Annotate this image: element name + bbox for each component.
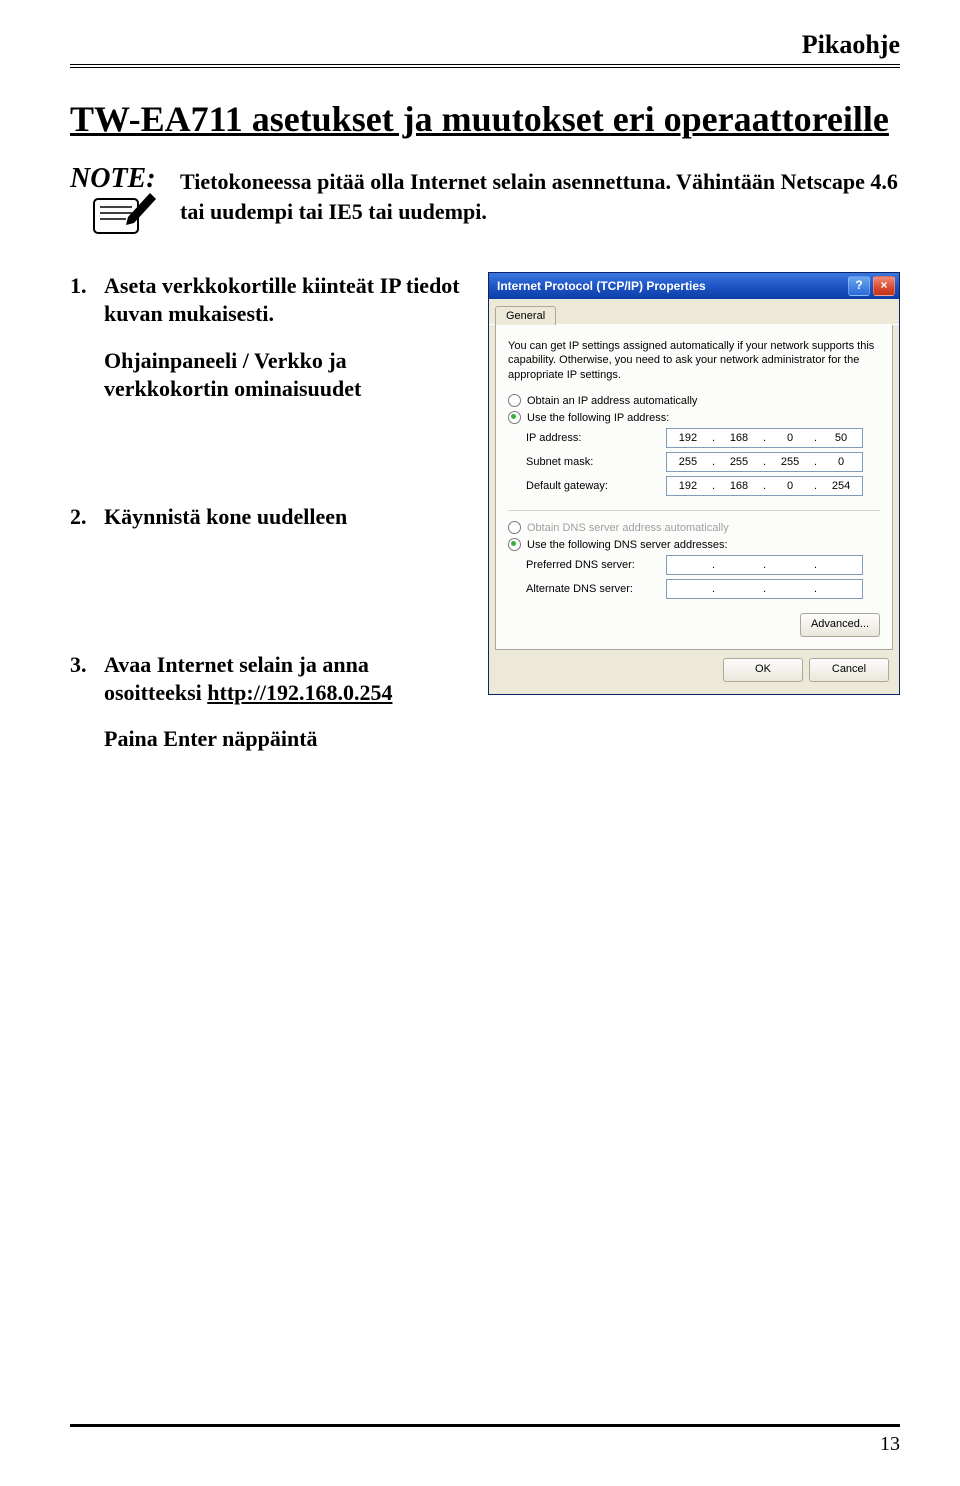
advanced-button[interactable]: Advanced... xyxy=(800,613,880,637)
radio-icon xyxy=(508,394,521,407)
radio-use-ip[interactable]: Use the following IP address: xyxy=(508,411,880,424)
header-rule xyxy=(70,64,900,68)
radio-obtain-ip-label: Obtain an IP address automatically xyxy=(527,395,697,407)
field-gateway: Default gateway: 192. 168. 0. 254 xyxy=(508,476,880,496)
dialog-titlebar: Internet Protocol (TCP/IP) Properties ? … xyxy=(489,273,899,299)
step-3: 3. Avaa Internet selain ja anna osoittee… xyxy=(70,651,470,753)
step-3-number: 3. xyxy=(70,651,104,707)
step-2-body: Käynnistä kone uudelleen xyxy=(104,503,470,531)
gateway-input[interactable]: 192. 168. 0. 254 xyxy=(666,476,863,496)
page-title: TW-EA711 asetukset ja muutokset eri oper… xyxy=(70,98,900,141)
close-button[interactable]: × xyxy=(873,276,895,296)
dialog-title: Internet Protocol (TCP/IP) Properties xyxy=(497,279,706,293)
step-2-number: 2. xyxy=(70,503,104,531)
radio-obtain-dns: Obtain DNS server address automatically xyxy=(508,521,880,534)
cancel-button[interactable]: Cancel xyxy=(809,658,889,682)
radio-use-dns-label: Use the following DNS server addresses: xyxy=(527,539,728,551)
radio-obtain-dns-label: Obtain DNS server address automatically xyxy=(527,522,729,534)
help-button[interactable]: ? xyxy=(848,276,870,296)
tab-general[interactable]: General xyxy=(495,306,556,325)
footer-rule xyxy=(70,1424,900,1427)
field-alternate-dns: Alternate DNS server: . . . xyxy=(508,579,880,599)
ip-input[interactable]: 192. 168. 0. 50 xyxy=(666,428,863,448)
radio-icon xyxy=(508,521,521,534)
step-3-after: Paina Enter näppäintä xyxy=(70,725,470,753)
gateway-label: Default gateway: xyxy=(508,480,666,492)
mask-label: Subnet mask: xyxy=(508,456,666,468)
ok-button[interactable]: OK xyxy=(723,658,803,682)
header-label: Pikaohje xyxy=(70,30,900,60)
preferred-dns-label: Preferred DNS server: xyxy=(508,559,666,571)
alternate-dns-label: Alternate DNS server: xyxy=(508,583,666,595)
radio-use-ip-label: Use the following IP address: xyxy=(527,412,669,424)
alternate-dns-input[interactable]: . . . xyxy=(666,579,863,599)
tcpip-dialog: Internet Protocol (TCP/IP) Properties ? … xyxy=(488,272,900,695)
field-ip: IP address: 192. 168. 0. 50 xyxy=(508,428,880,448)
radio-icon xyxy=(508,411,521,424)
step-2: 2. Käynnistä kone uudelleen xyxy=(70,503,470,531)
radio-obtain-ip[interactable]: Obtain an IP address automatically xyxy=(508,394,880,407)
step-1-sub: Ohjainpaneeli / Verkko ja verkkokortin o… xyxy=(70,347,470,403)
note-block: NOTE: Tietokoneessa pitää olla Internet … xyxy=(70,163,900,244)
preferred-dns-input[interactable]: . . . xyxy=(666,555,863,575)
step-1-body: Aseta verkkokortille kiinteät IP tiedot … xyxy=(104,272,470,328)
mask-input[interactable]: 255. 255. 255. 0 xyxy=(666,452,863,472)
field-preferred-dns: Preferred DNS server: . . . xyxy=(508,555,880,575)
step-3-link[interactable]: http://192.168.0.254 xyxy=(207,680,392,705)
note-icon: NOTE: xyxy=(70,163,180,244)
note-label: NOTE: xyxy=(70,163,156,194)
note-text: Tietokoneessa pitää olla Internet selain… xyxy=(180,163,900,226)
radio-icon xyxy=(508,538,521,551)
page-number: 13 xyxy=(0,1433,960,1456)
dialog-intro: You can get IP settings assigned automat… xyxy=(508,339,880,382)
field-mask: Subnet mask: 255. 255. 255. 0 xyxy=(508,452,880,472)
ip-label: IP address: xyxy=(508,432,666,444)
step-1: 1. Aseta verkkokortille kiinteät IP tied… xyxy=(70,272,470,403)
radio-use-dns[interactable]: Use the following DNS server addresses: xyxy=(508,538,880,551)
step-1-number: 1. xyxy=(70,272,104,328)
